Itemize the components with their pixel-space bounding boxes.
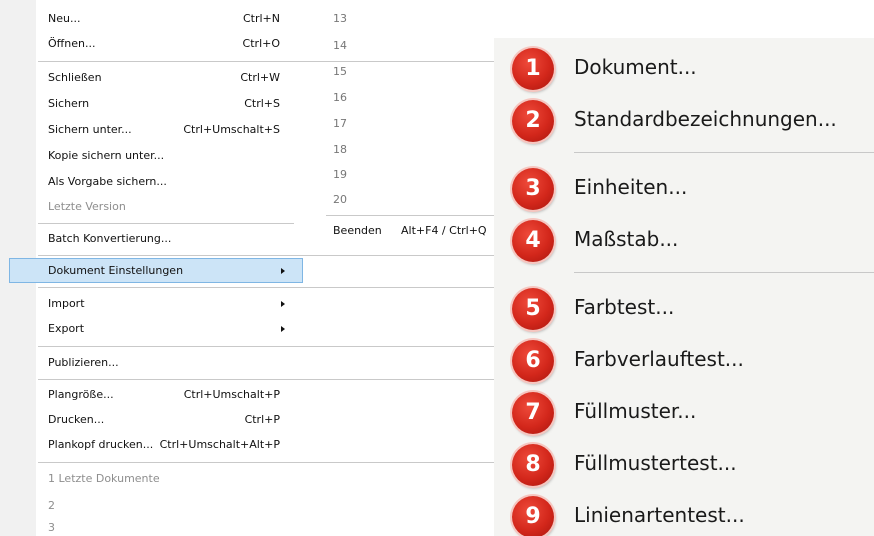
recent-number[interactable]: 17	[333, 113, 347, 135]
menu-item-shortcut: Ctrl+S	[244, 97, 280, 110]
submenu-item-color-test[interactable]: 5 Farbtest...	[494, 284, 874, 336]
menu-item-recent-2[interactable]: 2	[48, 495, 288, 517]
recent-number[interactable]: 18	[333, 139, 347, 161]
menu-item-save-copy-as[interactable]: Kopie sichern unter...	[48, 145, 288, 167]
menu-item-print-title-block[interactable]: Plankopf drucken... Ctrl+Umschalt+Alt+P	[48, 434, 288, 456]
menu-separator	[326, 215, 494, 216]
recent-number[interactable]: 13	[333, 8, 347, 30]
submenu-item-label: Standardbezeichnungen...	[574, 107, 837, 131]
submenu-separator	[574, 152, 874, 153]
submenu-item-label: Maßstab...	[574, 227, 679, 251]
menu-item-label: Batch Konvertierung...	[48, 232, 172, 245]
menu-separator	[38, 61, 494, 62]
submenu-item-line-type-test[interactable]: 9 Linienartentest...	[494, 492, 874, 536]
submenu-arrow-icon	[281, 268, 285, 274]
recent-number[interactable]: 14	[333, 35, 347, 57]
menu-item-save-as-template[interactable]: Als Vorgabe sichern...	[48, 171, 288, 193]
recent-number[interactable]: 15	[333, 61, 347, 83]
menu-item-label: Sichern unter...	[48, 123, 132, 136]
menu-separator	[38, 346, 494, 347]
step-badge: 3	[512, 168, 554, 210]
submenu-item-gradient-test[interactable]: 6 Farbverlauftest...	[494, 336, 874, 388]
menu-item-recent-3[interactable]: 3	[48, 517, 288, 536]
step-badge: 9	[512, 496, 554, 536]
submenu-item-label: Linienartentest...	[574, 503, 745, 527]
recent-number[interactable]: 16	[333, 87, 347, 109]
menu-item-export[interactable]: Export	[48, 318, 288, 340]
menu-item-label: Publizieren...	[48, 356, 119, 369]
submenu-item-label: Einheiten...	[574, 175, 688, 199]
menu-item-label: Sichern	[48, 97, 90, 110]
menu-item-publish[interactable]: Publizieren...	[48, 352, 288, 374]
submenu-item-document[interactable]: 1 Dokument...	[494, 44, 874, 96]
menu-item-label: Plankopf drucken...	[48, 438, 154, 451]
menu-item-shortcut: Ctrl+P	[244, 413, 280, 426]
recent-number[interactable]: 19	[333, 164, 347, 186]
submenu-item-units[interactable]: 3 Einheiten...	[494, 164, 874, 216]
menu-item-quit[interactable]: Beenden Alt+F4 / Ctrl+Q	[333, 220, 493, 242]
menu-item-shortcut: Ctrl+N	[242, 12, 280, 25]
submenu-arrow-icon	[281, 326, 285, 332]
menu-item-label: Als Vorgabe sichern...	[48, 175, 167, 188]
menu-item-label: Export	[48, 322, 85, 335]
menu-item-new[interactable]: Neu... Ctrl+N	[48, 8, 288, 30]
menu-item-page-size[interactable]: Plangröße... Ctrl+Umschalt+P	[48, 384, 288, 406]
step-badge: 2	[512, 100, 554, 142]
submenu-item-fill-pattern-test[interactable]: 8 Füllmustertest...	[494, 440, 874, 492]
menu-item-shortcut: Ctrl+Umschalt+Alt+P	[159, 438, 280, 451]
menu-separator	[38, 462, 494, 463]
menu-item-revert: Letzte Version	[48, 196, 288, 218]
step-badge: 1	[512, 48, 554, 90]
menu-separator	[38, 379, 494, 380]
menu-item-shortcut: Alt+F4 / Ctrl+Q	[401, 224, 487, 237]
recent-number[interactable]: 20	[333, 189, 347, 211]
step-badge: 8	[512, 444, 554, 486]
submenu-item-label: Farbtest...	[574, 295, 675, 319]
step-badge: 6	[512, 340, 554, 382]
menu-item-label: Dokument Einstellungen	[48, 264, 184, 277]
menu-item-document-settings[interactable]: Dokument Einstellungen	[48, 260, 288, 282]
menu-item-close[interactable]: Schließen Ctrl+W	[48, 67, 288, 89]
menu-item-shortcut: Ctrl+Umschalt+P	[183, 388, 280, 401]
submenu-item-fill-pattern[interactable]: 7 Füllmuster...	[494, 388, 874, 440]
submenu-item-label: Füllmuster...	[574, 399, 697, 423]
submenu-item-standard-labels[interactable]: 2 Standardbezeichnungen...	[494, 96, 874, 148]
menu-item-recent-1[interactable]: 1 Letzte Dokumente	[48, 468, 288, 490]
menu-item-save-as[interactable]: Sichern unter... Ctrl+Umschalt+S	[48, 119, 288, 141]
menu-item-label: Schließen	[48, 71, 102, 84]
submenu-item-label: Füllmustertest...	[574, 451, 737, 475]
submenu-arrow-icon	[281, 301, 285, 307]
menu-item-label: Import	[48, 297, 85, 310]
menu-item-label: 2	[48, 499, 55, 512]
menu-item-label: 1 Letzte Dokumente	[48, 472, 160, 485]
menu-item-open[interactable]: Öffnen... Ctrl+O	[48, 33, 288, 55]
menu-item-label: Kopie sichern unter...	[48, 149, 165, 162]
menu-item-label: Neu...	[48, 12, 81, 25]
menu-item-label: Beenden	[333, 224, 382, 237]
step-badge: 7	[512, 392, 554, 434]
menu-separator	[38, 255, 494, 256]
menu-item-label: Drucken...	[48, 413, 105, 426]
menu-item-label: Plangröße...	[48, 388, 114, 401]
step-badge: 4	[512, 220, 554, 262]
menu-item-label: Öffnen...	[48, 37, 96, 50]
submenu-separator	[574, 272, 874, 273]
submenu-item-label: Dokument...	[574, 55, 697, 79]
document-settings-submenu: 1 Dokument... 2 Standardbezeichnungen...…	[494, 38, 874, 536]
menu-item-label: Letzte Version	[48, 200, 126, 213]
menu-item-shortcut: Ctrl+O	[242, 37, 280, 50]
menu-item-print[interactable]: Drucken... Ctrl+P	[48, 409, 288, 431]
menu-item-batch-convert[interactable]: Batch Konvertierung...	[48, 228, 288, 250]
menu-separator	[38, 223, 294, 224]
file-menu: Neu... Ctrl+N Öffnen... Ctrl+O Schließen…	[0, 0, 494, 536]
menu-item-shortcut: Ctrl+W	[240, 71, 280, 84]
menu-item-shortcut: Ctrl+Umschalt+S	[183, 123, 280, 136]
submenu-item-label: Farbverlauftest...	[574, 347, 744, 371]
menu-item-save[interactable]: Sichern Ctrl+S	[48, 93, 288, 115]
submenu-item-scale[interactable]: 4 Maßstab...	[494, 216, 874, 268]
menu-separator	[38, 287, 494, 288]
menu-item-import[interactable]: Import	[48, 293, 288, 315]
menu-item-label: 3	[48, 521, 55, 534]
step-badge: 5	[512, 288, 554, 330]
